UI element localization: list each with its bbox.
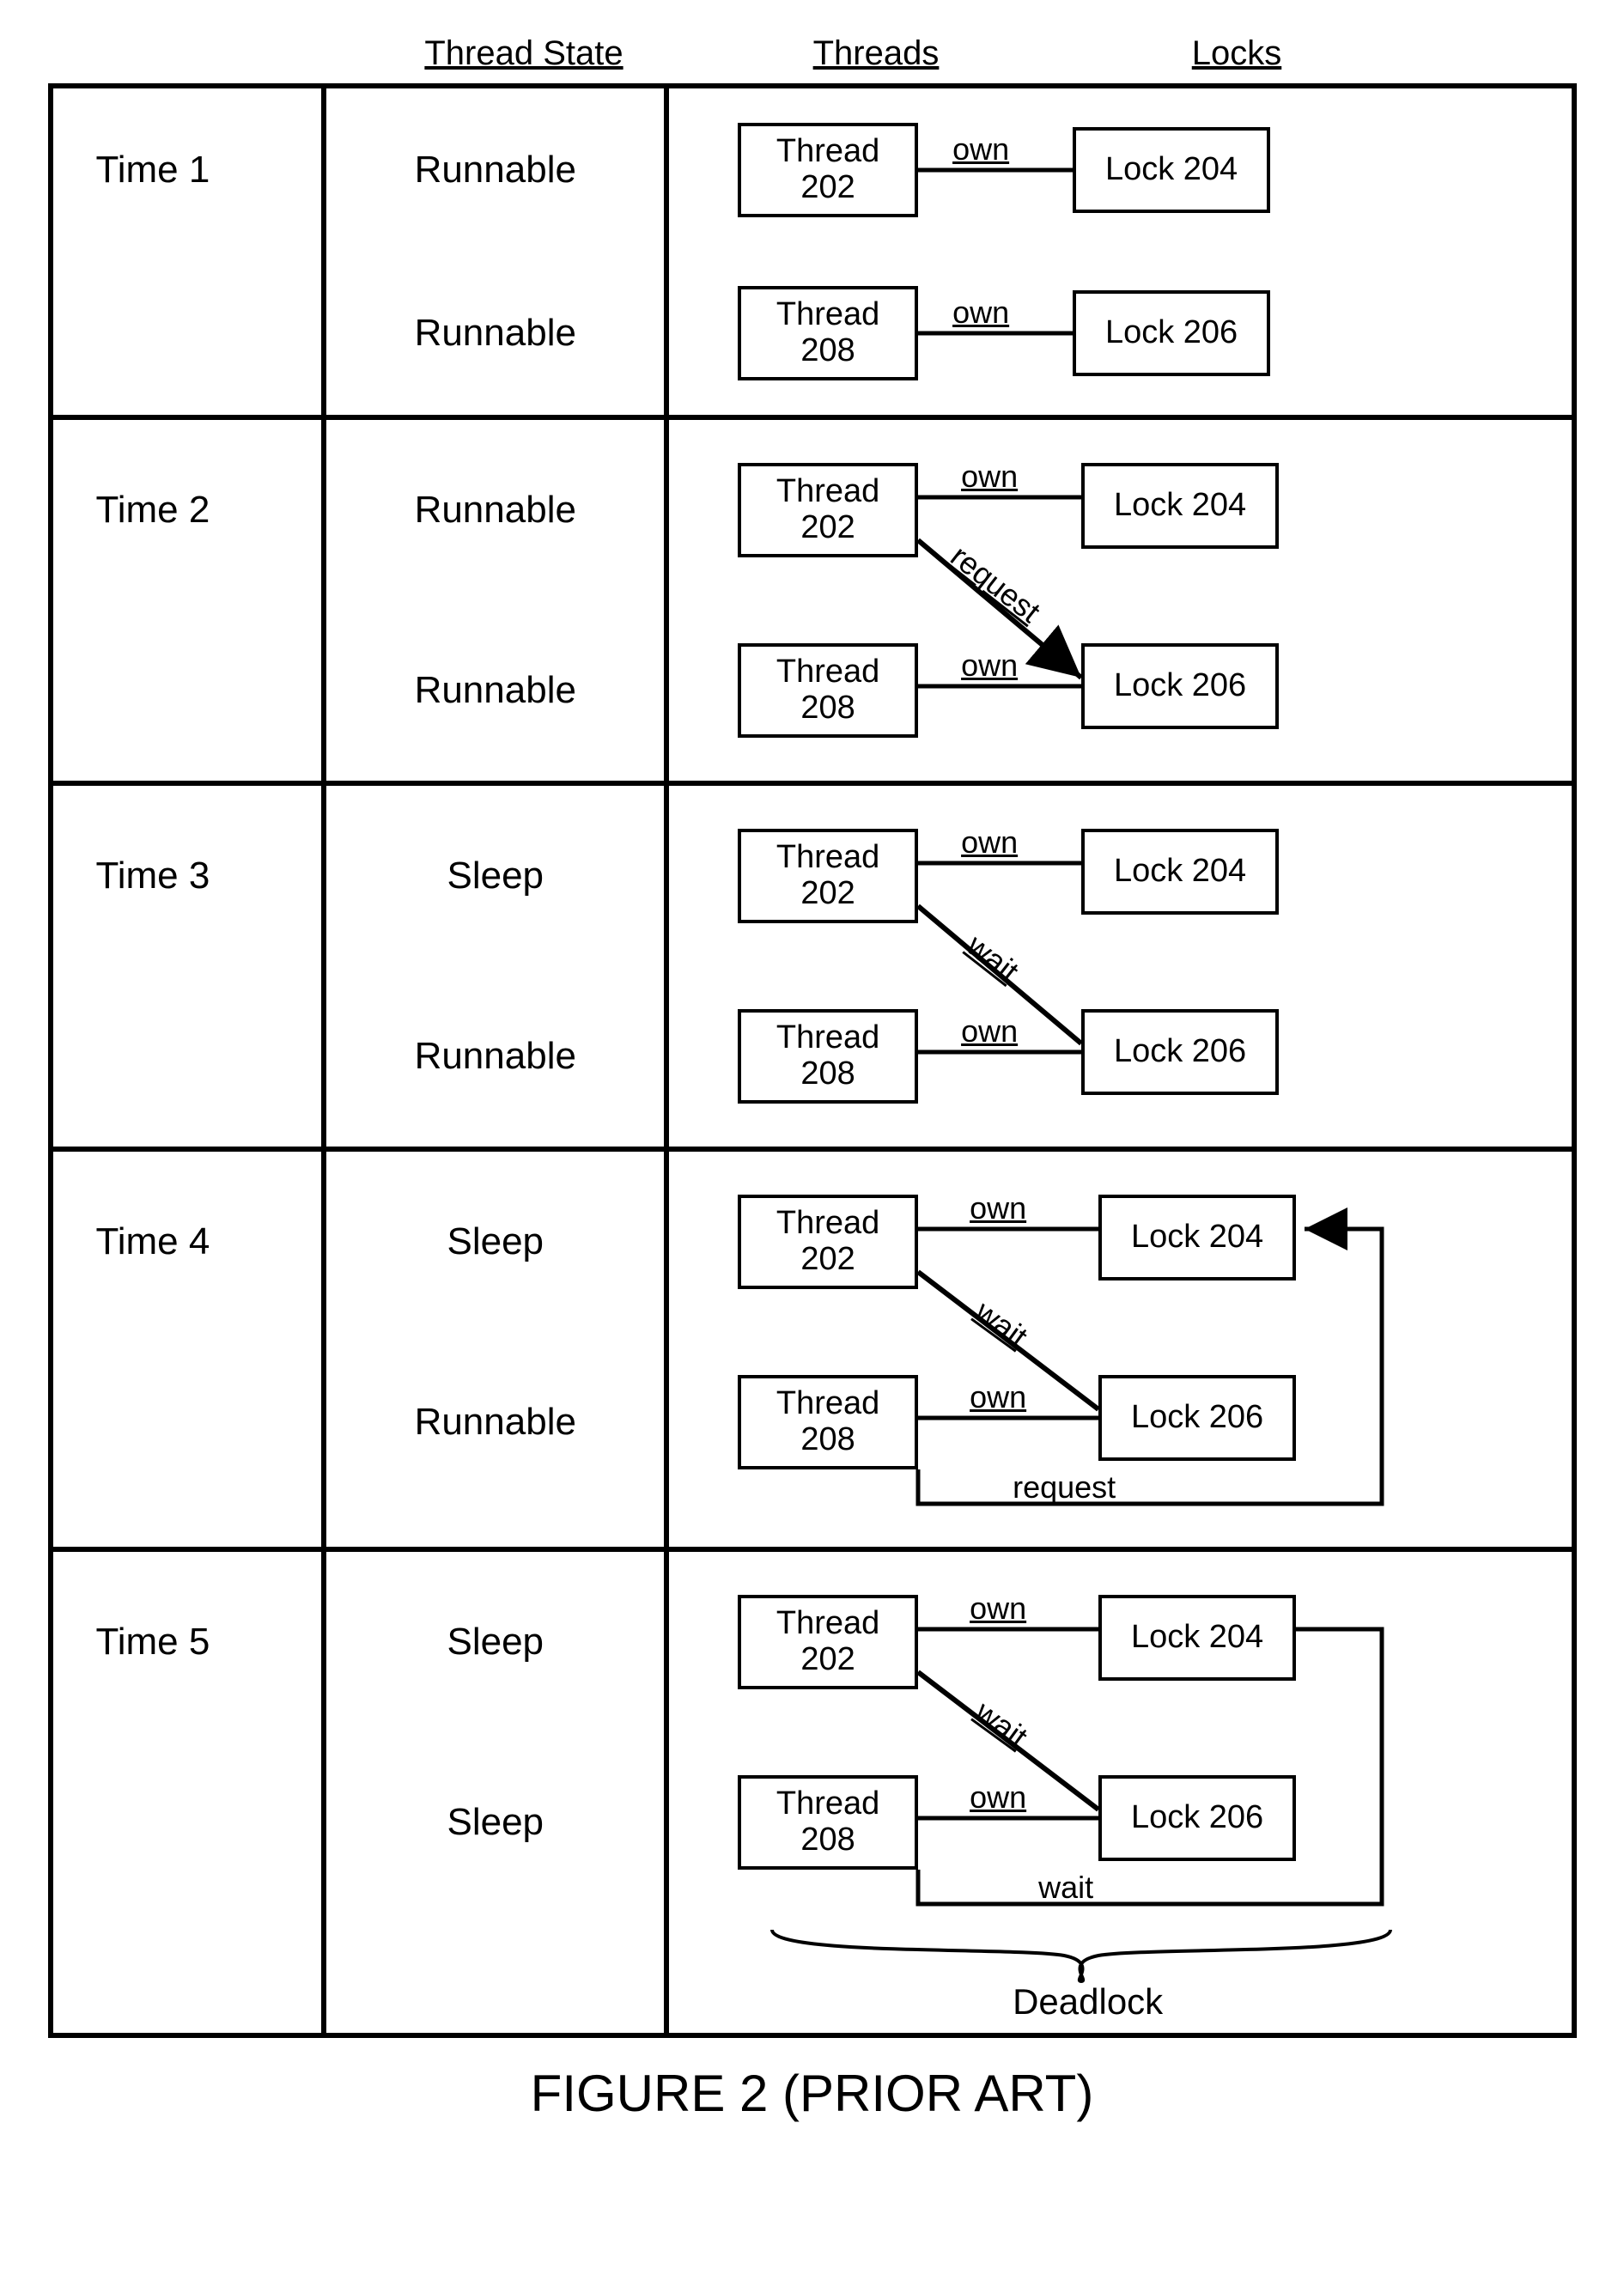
thread-state-label: Runnable: [326, 489, 664, 532]
thread-208-box: Thread 208: [738, 286, 918, 380]
thread-label: Thread: [776, 1386, 879, 1422]
row-time-5: Time 5 Sleep Sleep Thread 202 Lock 204 o…: [51, 1549, 1574, 2035]
thread-208-box: Thread 208: [738, 1009, 918, 1104]
thread-label: Thread: [776, 134, 879, 170]
wait-edge-label: wait: [960, 928, 1025, 990]
thread-label: Thread: [776, 1606, 879, 1642]
thread-202-box: Thread 202: [738, 123, 918, 217]
header-threads: Threads: [696, 34, 1056, 73]
time-label: Time 5: [96, 1621, 210, 1664]
row-time-1: Time 1 Runnable Runnable Thread 202 Lock…: [51, 86, 1574, 417]
lock-206-box: Lock 206: [1098, 1375, 1296, 1461]
thread-208-box: Thread 208: [738, 1775, 918, 1870]
thread-label: Thread: [776, 1020, 879, 1056]
own-edge-label: own: [961, 1013, 1018, 1049]
lock-label: Lock 206: [1131, 1400, 1263, 1436]
thread-label: Thread: [776, 1786, 879, 1822]
header-thread-state: Thread State: [352, 34, 696, 73]
lock-label: Lock 206: [1114, 668, 1246, 704]
request-edge-label: request: [1013, 1469, 1116, 1506]
thread-id: 202: [800, 510, 855, 546]
wait-edge-label: wait: [1038, 1870, 1093, 1906]
lock-204-box: Lock 204: [1073, 127, 1270, 213]
time-label: Time 4: [96, 1220, 210, 1263]
column-headers: Thread State Threads Locks: [26, 34, 1598, 73]
time-label: Time 3: [96, 855, 210, 897]
lock-label: Lock 204: [1131, 1220, 1263, 1256]
thread-id: 202: [800, 876, 855, 912]
thread-label: Thread: [776, 474, 879, 510]
row-time-4: Time 4 Sleep Runnable Thread 202 Lock 20…: [51, 1149, 1574, 1549]
wait-edge-label: wait: [969, 1694, 1034, 1755]
own-edge-label: own: [970, 1379, 1026, 1415]
deadlock-label: Deadlock: [1013, 1981, 1163, 2023]
thread-202-box: Thread 202: [738, 1195, 918, 1289]
lock-204-box: Lock 204: [1098, 1195, 1296, 1280]
lock-206-box: Lock 206: [1081, 1009, 1279, 1095]
row-time-2: Time 2 Runnable Runnable Thread 202 Lock…: [51, 417, 1574, 783]
thread-label: Thread: [776, 840, 879, 876]
lock-204-box: Lock 204: [1081, 829, 1279, 915]
lock-206-box: Lock 206: [1098, 1775, 1296, 1861]
own-edge-label: own: [961, 648, 1018, 684]
request-edge-label: request: [944, 538, 1047, 630]
thread-id: 208: [800, 1422, 855, 1458]
thread-id: 202: [800, 170, 855, 206]
thread-state-label: Sleep: [326, 1220, 664, 1263]
lock-label: Lock 206: [1114, 1034, 1246, 1070]
thread-state-label: Runnable: [326, 149, 664, 192]
lock-label: Lock 204: [1114, 854, 1246, 890]
own-edge-label: own: [952, 295, 1009, 331]
thread-id: 208: [800, 1822, 855, 1858]
thread-id: 208: [800, 1056, 855, 1092]
thread-202-box: Thread 202: [738, 463, 918, 557]
lock-204-box: Lock 204: [1081, 463, 1279, 549]
thread-label: Thread: [776, 1206, 879, 1242]
lock-label: Lock 206: [1105, 315, 1238, 351]
own-edge-label: own: [961, 824, 1018, 861]
lock-204-box: Lock 204: [1098, 1595, 1296, 1681]
own-edge-label: own: [952, 131, 1009, 167]
thread-208-box: Thread 208: [738, 1375, 918, 1469]
own-edge-label: own: [970, 1591, 1026, 1627]
lock-label: Lock 204: [1131, 1620, 1263, 1656]
wait-edge-label: wait: [969, 1293, 1034, 1355]
thread-id: 208: [800, 690, 855, 727]
deadlock-table: Time 1 Runnable Runnable Thread 202 Lock…: [48, 83, 1577, 2038]
own-edge-label: own: [970, 1779, 1026, 1816]
thread-state-label: Runnable: [326, 669, 664, 712]
time-label: Time 2: [96, 489, 210, 532]
header-locks: Locks: [1056, 34, 1417, 73]
thread-id: 202: [800, 1642, 855, 1678]
thread-state-label: Sleep: [326, 855, 664, 897]
lock-206-box: Lock 206: [1081, 643, 1279, 729]
thread-id: 208: [800, 333, 855, 369]
own-edge-label: own: [970, 1190, 1026, 1226]
thread-202-box: Thread 202: [738, 829, 918, 923]
thread-202-box: Thread 202: [738, 1595, 918, 1689]
lock-label: Lock 206: [1131, 1800, 1263, 1836]
row-time-3: Time 3 Sleep Runnable Thread 202 Lock 20…: [51, 783, 1574, 1149]
time-label: Time 1: [96, 149, 210, 192]
thread-208-box: Thread 208: [738, 643, 918, 738]
thread-state-label: Runnable: [326, 1401, 664, 1444]
thread-label: Thread: [776, 654, 879, 690]
thread-state-label: Sleep: [326, 1621, 664, 1664]
thread-state-label: Runnable: [326, 312, 664, 355]
thread-state-label: Runnable: [326, 1035, 664, 1078]
header-blank: [77, 34, 352, 73]
lock-206-box: Lock 206: [1073, 290, 1270, 376]
lock-label: Lock 204: [1114, 488, 1246, 524]
thread-label: Thread: [776, 297, 879, 333]
lock-label: Lock 204: [1105, 152, 1238, 188]
thread-state-label: Sleep: [326, 1801, 664, 1844]
thread-id: 202: [800, 1242, 855, 1278]
own-edge-label: own: [961, 459, 1018, 495]
figure-caption: FIGURE 2 (PRIOR ART): [26, 2064, 1598, 2123]
